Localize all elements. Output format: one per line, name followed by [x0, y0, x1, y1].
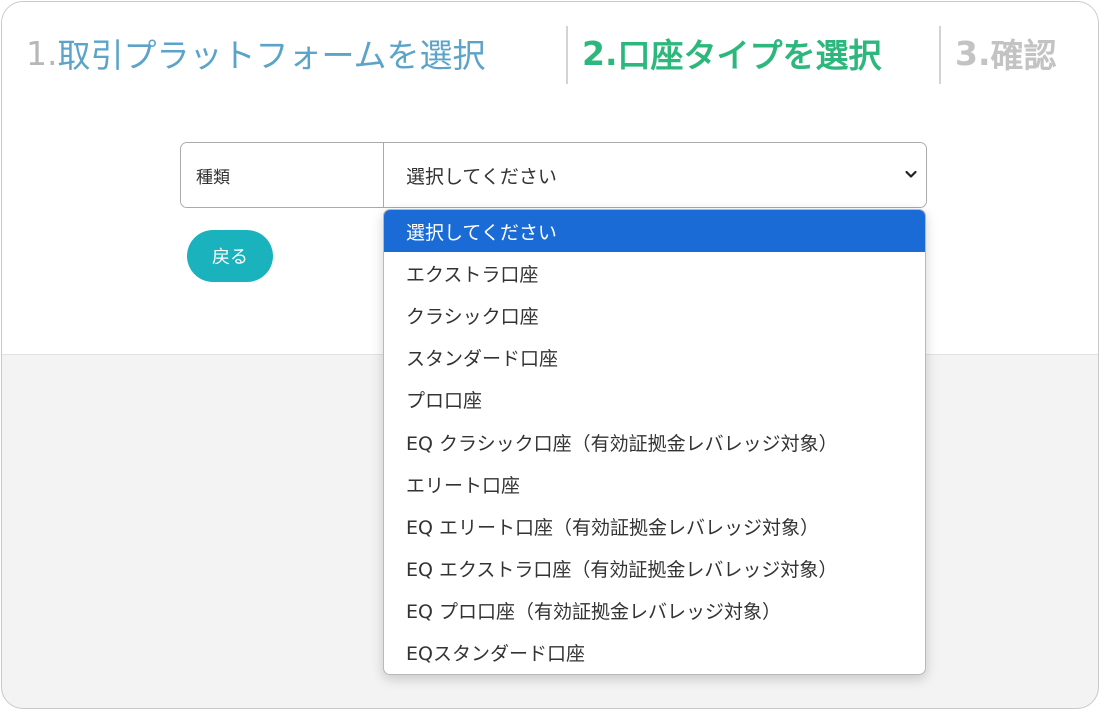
- dropdown-option[interactable]: 選択してください: [384, 210, 925, 253]
- dropdown-option[interactable]: EQ エクストラ口座（有効証拠金レバレッジ対象）: [384, 548, 925, 590]
- dropdown-option[interactable]: エリート口座: [384, 463, 925, 505]
- step-1: 1. 取引プラットフォームを選択: [26, 22, 486, 84]
- page-frame: 1. 取引プラットフォームを選択 2. 口座タイプを選択 3. 確認 種類 選択…: [1, 1, 1099, 709]
- dropdown-option[interactable]: EQ エリート口座（有効証拠金レバレッジ対象）: [384, 505, 925, 547]
- dropdown-option[interactable]: エクストラ口座: [384, 252, 925, 294]
- step-2-label: 口座タイプを選択: [617, 36, 882, 75]
- step-2-active: 2. 口座タイプを選択: [582, 22, 882, 84]
- step-indicator: 1. 取引プラットフォームを選択 2. 口座タイプを選択 3. 確認: [2, 22, 1098, 84]
- chevron-down-icon: [905, 170, 917, 178]
- step-1-label: 取引プラットフォームを選択: [57, 36, 486, 75]
- dropdown-option[interactable]: EQ クラシック口座（有効証拠金レバレッジ対象）: [384, 421, 925, 463]
- dropdown-option[interactable]: EQ プロ口座（有効証拠金レバレッジ対象）: [384, 590, 925, 632]
- dropdown-option[interactable]: スタンダード口座: [384, 337, 925, 379]
- back-button[interactable]: 戻る: [187, 230, 273, 282]
- step-3: 3. 確認: [955, 22, 1057, 84]
- dropdown-option[interactable]: クラシック口座: [384, 294, 925, 336]
- account-type-label: 種類: [181, 143, 384, 207]
- dropdown-option[interactable]: プロ口座: [384, 379, 925, 421]
- dropdown-option[interactable]: EQスタンダード口座: [384, 632, 925, 674]
- step-3-label: 確認: [990, 36, 1057, 75]
- step-1-number: 1.: [26, 33, 58, 73]
- select-current-value: 選択してください: [406, 165, 557, 188]
- account-type-select[interactable]: 選択してください: [384, 143, 926, 207]
- step-3-number: 3.: [955, 33, 991, 73]
- step-divider: [939, 26, 941, 84]
- step-divider: [566, 26, 568, 84]
- step-2-number: 2.: [582, 33, 618, 73]
- account-type-field: 種類 選択してください: [180, 142, 927, 208]
- account-type-dropdown-list: 選択してください エクストラ口座 クラシック口座 スタンダード口座 プロ口座 EQ クラシ…: [383, 209, 926, 675]
